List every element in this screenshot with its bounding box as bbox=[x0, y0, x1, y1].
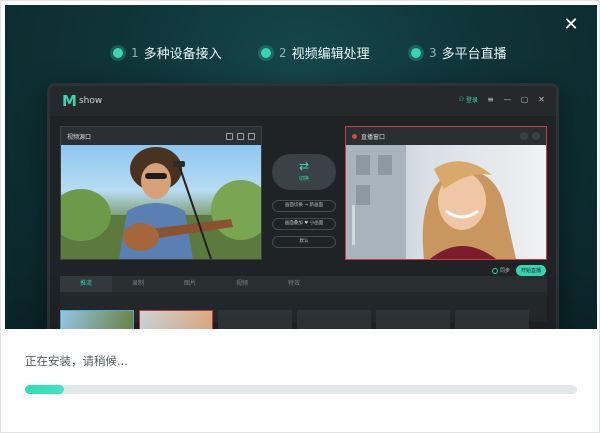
hero-banner: ✕ 1 多种设备接入 2 视频编辑处理 3 多平台直播 M show ⚇ 登录 … bbox=[5, 5, 597, 329]
facebook-icon bbox=[520, 132, 528, 140]
step-label: 多平台直播 bbox=[441, 47, 507, 62]
install-progress-bar bbox=[25, 385, 577, 394]
live-panel-icons bbox=[520, 132, 540, 140]
step-number: 2 bbox=[279, 45, 287, 60]
source-panel-icons bbox=[226, 132, 255, 140]
default-option: 默认 bbox=[272, 236, 336, 248]
step-2: 2 视频编辑处理 bbox=[261, 43, 370, 62]
tab-image: 图片 bbox=[183, 280, 196, 287]
logo-mark-icon: M bbox=[62, 92, 77, 110]
steps-row: 1 多种设备接入 2 视频编辑处理 3 多平台直播 bbox=[5, 43, 597, 67]
switch-icon: ⇄ bbox=[298, 159, 310, 173]
guitarist-illustration bbox=[61, 147, 261, 259]
app-logo: M show bbox=[62, 93, 102, 109]
install-status-text: 正在安装，请稍候... bbox=[25, 354, 128, 368]
settings-icon bbox=[248, 132, 255, 140]
step-label: 视频编辑处理 bbox=[291, 47, 370, 62]
app-preview-image: M show ⚇ 登录 ≡ — ▢ ✕ 视频源口 ⇄ 切换 画面切换 → 新画面… bbox=[47, 83, 559, 329]
source-thumbnail bbox=[60, 310, 134, 329]
woman-illustration bbox=[346, 145, 516, 259]
guitarist-preview-image bbox=[61, 145, 261, 259]
tab-video: 视频 bbox=[235, 280, 248, 287]
source-thumbnail bbox=[139, 310, 213, 329]
source-panel-header: 视频源口 bbox=[61, 127, 261, 145]
live-dot-icon bbox=[352, 133, 357, 139]
go-live-button: 开始直播 bbox=[515, 265, 546, 276]
step-dot-icon bbox=[113, 47, 123, 58]
step-label: 多种设备接入 bbox=[143, 47, 222, 62]
step-dot-icon bbox=[261, 47, 271, 58]
live-panel-header: 直播窗口 bbox=[346, 127, 546, 145]
crop-icon bbox=[237, 132, 244, 140]
live-panel-title: 直播窗口 bbox=[361, 133, 386, 141]
layout-icon bbox=[226, 132, 233, 140]
close-app-icon: ✕ bbox=[538, 95, 545, 104]
tab-effects: 特效 bbox=[287, 280, 300, 287]
switch-button: ⇄ 切换 bbox=[272, 154, 336, 190]
step-3: 3 多平台直播 bbox=[411, 43, 507, 62]
tab-record: 录制 bbox=[131, 280, 144, 287]
login-link: ⚇ 登录 bbox=[459, 95, 478, 104]
step-dot-icon bbox=[411, 47, 421, 58]
source-thumbnail bbox=[455, 310, 529, 329]
sync-label: 同步 bbox=[499, 268, 510, 274]
source-tabs: 推流 录制 图片 视频 特效 bbox=[60, 276, 547, 292]
installer-window: ✕ 1 多种设备接入 2 视频编辑处理 3 多平台直播 M show ⚇ 登录 … bbox=[0, 0, 600, 433]
step-number: 1 bbox=[131, 45, 139, 60]
live-actions: 同步 开始直播 bbox=[491, 265, 546, 276]
sync-option: 同步 bbox=[491, 267, 510, 274]
title-controls: ⚇ 登录 ≡ — ▢ ✕ bbox=[459, 95, 546, 104]
source-thumbnails bbox=[60, 310, 547, 329]
step-1: 1 多种设备接入 bbox=[113, 43, 222, 62]
source-panel: 视频源口 bbox=[60, 126, 262, 260]
transition-option: 画面切换 → 新画面 bbox=[272, 200, 336, 212]
switch-label: 切换 bbox=[298, 176, 309, 182]
step-number: 3 bbox=[429, 45, 437, 60]
app-titlebar: M show ⚇ 登录 ≡ — ▢ ✕ bbox=[50, 86, 556, 116]
platform-icon bbox=[532, 132, 540, 140]
source-thumbnail bbox=[376, 310, 450, 329]
switch-controls: ⇄ 切换 画面切换 → 新画面 画面叠加 ♥ 小画面 默认 bbox=[272, 126, 336, 260]
close-icon[interactable]: ✕ bbox=[561, 15, 581, 35]
menu-icon: ≡ bbox=[487, 95, 494, 104]
live-panel: 直播窗口 bbox=[345, 126, 547, 260]
login-label: 登录 bbox=[465, 97, 478, 104]
maximize-icon: ▢ bbox=[520, 95, 529, 104]
source-thumbnail bbox=[218, 310, 292, 329]
install-progress-fill bbox=[25, 385, 64, 394]
overlay-option: 画面叠加 ♥ 小画面 bbox=[272, 218, 336, 230]
source-panel-title: 视频源口 bbox=[67, 133, 92, 141]
tab-stream: 推流 bbox=[60, 276, 112, 292]
minimize-icon: — bbox=[503, 95, 512, 104]
radio-icon bbox=[491, 267, 498, 274]
woman-preview-image bbox=[346, 145, 546, 259]
user-icon: ⚇ bbox=[458, 96, 464, 103]
source-thumbnail bbox=[297, 310, 371, 329]
app-brand: show bbox=[78, 96, 103, 106]
